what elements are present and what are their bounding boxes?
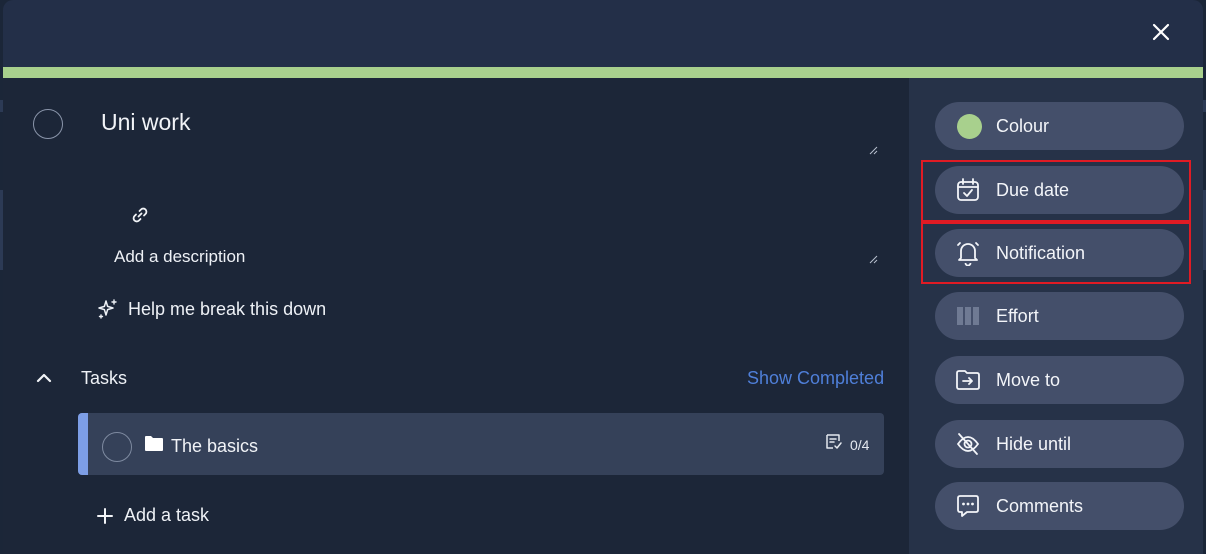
folder-icon <box>145 436 163 451</box>
task-main-panel: Uni work Add a description Help me break… <box>3 78 909 554</box>
task-row-checkbox[interactable] <box>102 432 132 462</box>
modal-header <box>3 0 1203 67</box>
close-icon[interactable] <box>1149 20 1173 44</box>
colour-swatch-icon <box>957 114 982 139</box>
hide-until-label: Hide until <box>996 434 1072 454</box>
plus-icon <box>97 507 113 524</box>
due-date-highlight-box <box>921 160 1191 222</box>
chevron-up-icon[interactable] <box>34 368 54 388</box>
task-row-accent <box>78 413 88 475</box>
link-icon[interactable] <box>131 206 149 224</box>
description-input[interactable]: Add a description <box>114 247 245 267</box>
add-task-button[interactable]: Add a task <box>95 505 209 526</box>
folder-move-icon <box>956 370 980 390</box>
help-break-down-button[interactable]: Help me break this down <box>97 297 326 321</box>
effort-button[interactable]: Effort <box>935 292 1184 340</box>
tasks-section-title: Tasks <box>81 368 128 388</box>
task-title-input[interactable]: Uni work <box>101 109 190 136</box>
eye-off-icon <box>956 433 980 455</box>
comment-icon <box>957 495 979 517</box>
add-task-label: Add a task <box>124 505 210 525</box>
comments-label: Comments <box>996 496 1084 516</box>
hide-until-button[interactable]: Hide until <box>935 420 1184 468</box>
task-colour-bar <box>3 67 1203 78</box>
help-break-down-label: Help me break this down <box>128 298 327 319</box>
colour-button[interactable]: Colour <box>935 102 1184 150</box>
complete-task-checkbox[interactable] <box>33 109 63 139</box>
notification-highlight-box <box>921 222 1191 284</box>
colour-label: Colour <box>996 116 1050 136</box>
task-row-label: The basics <box>171 436 259 456</box>
effort-bars-icon <box>957 307 979 325</box>
subtask-list-icon <box>826 434 842 449</box>
comments-button[interactable]: Comments <box>935 482 1184 530</box>
subtask-count: 0/4 <box>850 437 870 453</box>
resize-handle-icon[interactable] <box>868 145 878 155</box>
resize-handle-icon[interactable] <box>868 254 878 264</box>
effort-label: Effort <box>996 306 1039 326</box>
move-to-label: Move to <box>996 370 1061 390</box>
sparkle-icon <box>98 299 117 319</box>
task-detail-modal: Uni work Add a description Help me break… <box>3 0 1203 554</box>
move-to-button[interactable]: Move to <box>935 356 1184 404</box>
task-options-panel: Colour Due date Notification Effort Move… <box>909 78 1203 554</box>
task-row[interactable]: The basics 0/4 <box>78 413 884 475</box>
show-completed-link[interactable]: Show Completed <box>747 368 884 389</box>
